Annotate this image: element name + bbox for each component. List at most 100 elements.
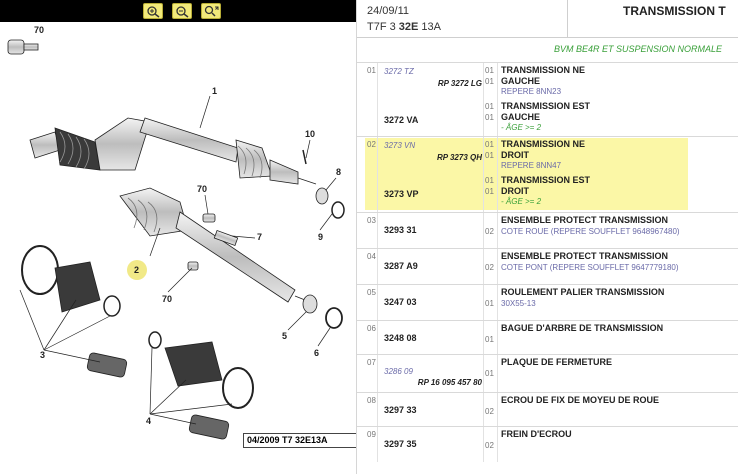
parts-header: 24/09/11 T7F 3 32E 13A TRANSMISSION T	[357, 0, 738, 38]
part-side: GAUCHE	[501, 112, 541, 122]
callout-3[interactable]: 3	[40, 350, 45, 360]
quantity: 01	[485, 113, 494, 122]
table-row[interactable]: 02 3273 VN RP 3273 QH 01 01 TRANSMISSION NE DR…	[357, 136, 738, 212]
header-title: TRANSMISSION T	[623, 4, 726, 18]
table-row[interactable]: 04 3287 A9 02 ENSEMBLE PROTECT TRANSMISSION…	[357, 248, 738, 284]
part-description: BAGUE D'ARBRE DE TRANSMISSION	[501, 323, 664, 333]
row-index: 01	[367, 66, 376, 75]
callout-8[interactable]: 8	[336, 167, 341, 177]
callout-6[interactable]: 6	[314, 348, 319, 358]
zoom-fit-icon	[204, 5, 219, 17]
quantity: 01	[485, 66, 494, 75]
part-note: - ÂGE >= 2	[501, 197, 542, 206]
exploded-diagram: 70 1 10 8 9 70 7 2 70 3 5 6 4	[7, 25, 345, 440]
part-description: PLAQUE DE FERMETURE	[501, 357, 613, 367]
row-index: 03	[367, 216, 376, 225]
zoom-in-icon	[147, 6, 160, 18]
table-row[interactable]: 07 3286 09 RP 16 095 457 80 01 PLAQUE DE FER…	[357, 354, 738, 392]
quantity: 01	[485, 335, 494, 344]
part-side: GAUCHE	[501, 76, 541, 86]
part-line[interactable]: 3287 A9 02 ENSEMBLE PROTECT TRANSMISSION CO…	[377, 249, 738, 285]
replacement-reference[interactable]: RP 3272 LG	[438, 79, 482, 88]
part-description: ROULEMENT PALIER TRANSMISSION	[501, 287, 665, 297]
parts-list-pane[interactable]: 24/09/11 T7F 3 32E 13A TRANSMISSION T BV…	[357, 0, 738, 474]
table-row[interactable]: 09 3297 35 02 FREIN D'ECROU	[357, 426, 738, 462]
replacement-reference[interactable]: RP 16 095 457 80	[418, 378, 482, 387]
replacement-reference[interactable]: RP 3273 QH	[437, 153, 482, 162]
table-row[interactable]: 03 3293 31 02 ENSEMBLE PROTECT TRANSMISSION…	[357, 212, 738, 248]
callout-1[interactable]: 1	[212, 86, 217, 96]
part-description: FREIN D'ECROU	[501, 429, 572, 439]
part-line[interactable]: 3297 33 02 ECROU DE FIX DE MOYEU DE ROUE	[377, 393, 738, 427]
callout-9[interactable]: 9	[318, 232, 323, 242]
table-row[interactable]: 05 3247 03 01 ROULEMENT PALIER TRANSMISSION…	[357, 284, 738, 320]
quantity: 02	[485, 263, 494, 272]
row-index: 08	[367, 396, 376, 405]
part-line[interactable]: 3286 09 RP 16 095 457 80 01 PLAQUE DE FERME…	[377, 355, 738, 393]
zoom-out-button[interactable]	[172, 3, 192, 19]
part-number[interactable]: 3287 A9	[384, 261, 418, 271]
callout-70-mid[interactable]: 70	[197, 184, 207, 194]
diagram-reference-label: 04/2009 T7 32E13A	[243, 433, 356, 448]
row-index: 02	[367, 140, 376, 149]
row-index: 09	[367, 430, 376, 439]
part-number[interactable]: 3297 35	[384, 439, 417, 449]
part-detail: 30X55-13	[501, 299, 536, 308]
part-line[interactable]: 3272 VA 01 01 TRANSMISSION EST GAUCHE - ÂGE >…	[377, 99, 738, 135]
quantity: 01	[485, 151, 494, 160]
part-number[interactable]: 3273 VP	[384, 189, 419, 199]
callout-70-top[interactable]: 70	[34, 25, 44, 35]
callout-2[interactable]: 2	[134, 265, 139, 275]
part-number[interactable]: 3293 31	[384, 225, 417, 235]
part-side: DROIT	[501, 150, 529, 160]
quantity: 01	[485, 102, 494, 111]
quantity: 02	[485, 407, 494, 416]
part-line[interactable]: 3247 03 01 ROULEMENT PALIER TRANSMISSION 30…	[377, 285, 738, 321]
callout-10[interactable]: 10	[305, 129, 315, 139]
diagram-pane[interactable]: 70 1 10 8 9 70 7 2 70 3 5 6 4 04/2009 T7…	[0, 0, 357, 474]
part-line[interactable]: 3273 VN RP 3273 QH 01 01 TRANSMISSION NE DROI…	[377, 137, 738, 173]
quantity: 01	[485, 369, 494, 378]
part-detail: REPERE 8NN47	[501, 161, 562, 170]
table-row[interactable]: 06 3248 08 01 BAGUE D'ARBRE DE TRANSMISSION	[357, 320, 738, 354]
old-reference: 3272 TZ	[384, 67, 414, 76]
epc-viewer: 70 1 10 8 9 70 7 2 70 3 5 6 4 04/2009 T7…	[0, 0, 738, 474]
part-note: - ÂGE >= 2	[501, 123, 542, 132]
header-code: T7F 3 32E 13A	[367, 21, 442, 33]
callout-5[interactable]: 5	[282, 331, 287, 341]
zoom-fit-button[interactable]	[201, 3, 221, 19]
old-reference: 3273 VN	[384, 141, 416, 150]
zoom-in-button[interactable]	[143, 3, 163, 19]
header-divider	[567, 0, 568, 38]
part-number[interactable]: 3247 03	[384, 297, 417, 307]
callout-7[interactable]: 7	[257, 232, 262, 242]
row-index: 07	[367, 358, 376, 367]
callout-4[interactable]: 4	[146, 416, 151, 426]
part-line[interactable]: 3248 08 01 BAGUE D'ARBRE DE TRANSMISSION	[377, 321, 738, 355]
row-index: 05	[367, 288, 376, 297]
row-index: 04	[367, 252, 376, 261]
part-detail: REPERE 8NN23	[501, 87, 562, 96]
part-line[interactable]: 3273 VP 01 01 TRANSMISSION EST DROIT - ÂGE >=…	[377, 173, 738, 209]
part-side: DROIT	[501, 186, 529, 196]
table-row[interactable]: 08 3297 33 02 ECROU DE FIX DE MOYEU DE ROUE	[357, 392, 738, 426]
table-row[interactable]: 01 3272 TZ RP 3272 LG 01 01 TRANSMISSION NE GA…	[357, 62, 738, 136]
quantity: 01	[485, 176, 494, 185]
zoom-out-icon	[176, 6, 189, 18]
zoom-toolbar	[0, 0, 356, 22]
callout-70-low[interactable]: 70	[162, 294, 172, 304]
part-number[interactable]: 3248 08	[384, 333, 417, 343]
part-line[interactable]: 3297 35 02 FREIN D'ECROU	[377, 427, 738, 463]
part-description: TRANSMISSION NE	[501, 65, 586, 75]
quantity: 02	[485, 441, 494, 450]
part-detail: COTE PONT (REPERE SOUFFLET 9647779180)	[501, 263, 679, 272]
quantity: 01	[485, 187, 494, 196]
part-number[interactable]: 3272 VA	[384, 115, 418, 125]
part-description: ECROU DE FIX DE MOYEU DE ROUE	[501, 395, 660, 405]
part-description: ENSEMBLE PROTECT TRANSMISSION	[501, 251, 669, 261]
part-line[interactable]: 3293 31 02 ENSEMBLE PROTECT TRANSMISSION CO…	[377, 213, 738, 249]
part-line[interactable]: 3272 TZ RP 3272 LG 01 01 TRANSMISSION NE GAUC…	[377, 63, 738, 99]
vehicle-variant: BVM BE4R ET SUSPENSION NORMALE	[553, 44, 722, 54]
part-description: ENSEMBLE PROTECT TRANSMISSION	[501, 215, 669, 225]
part-number[interactable]: 3297 33	[384, 405, 417, 415]
